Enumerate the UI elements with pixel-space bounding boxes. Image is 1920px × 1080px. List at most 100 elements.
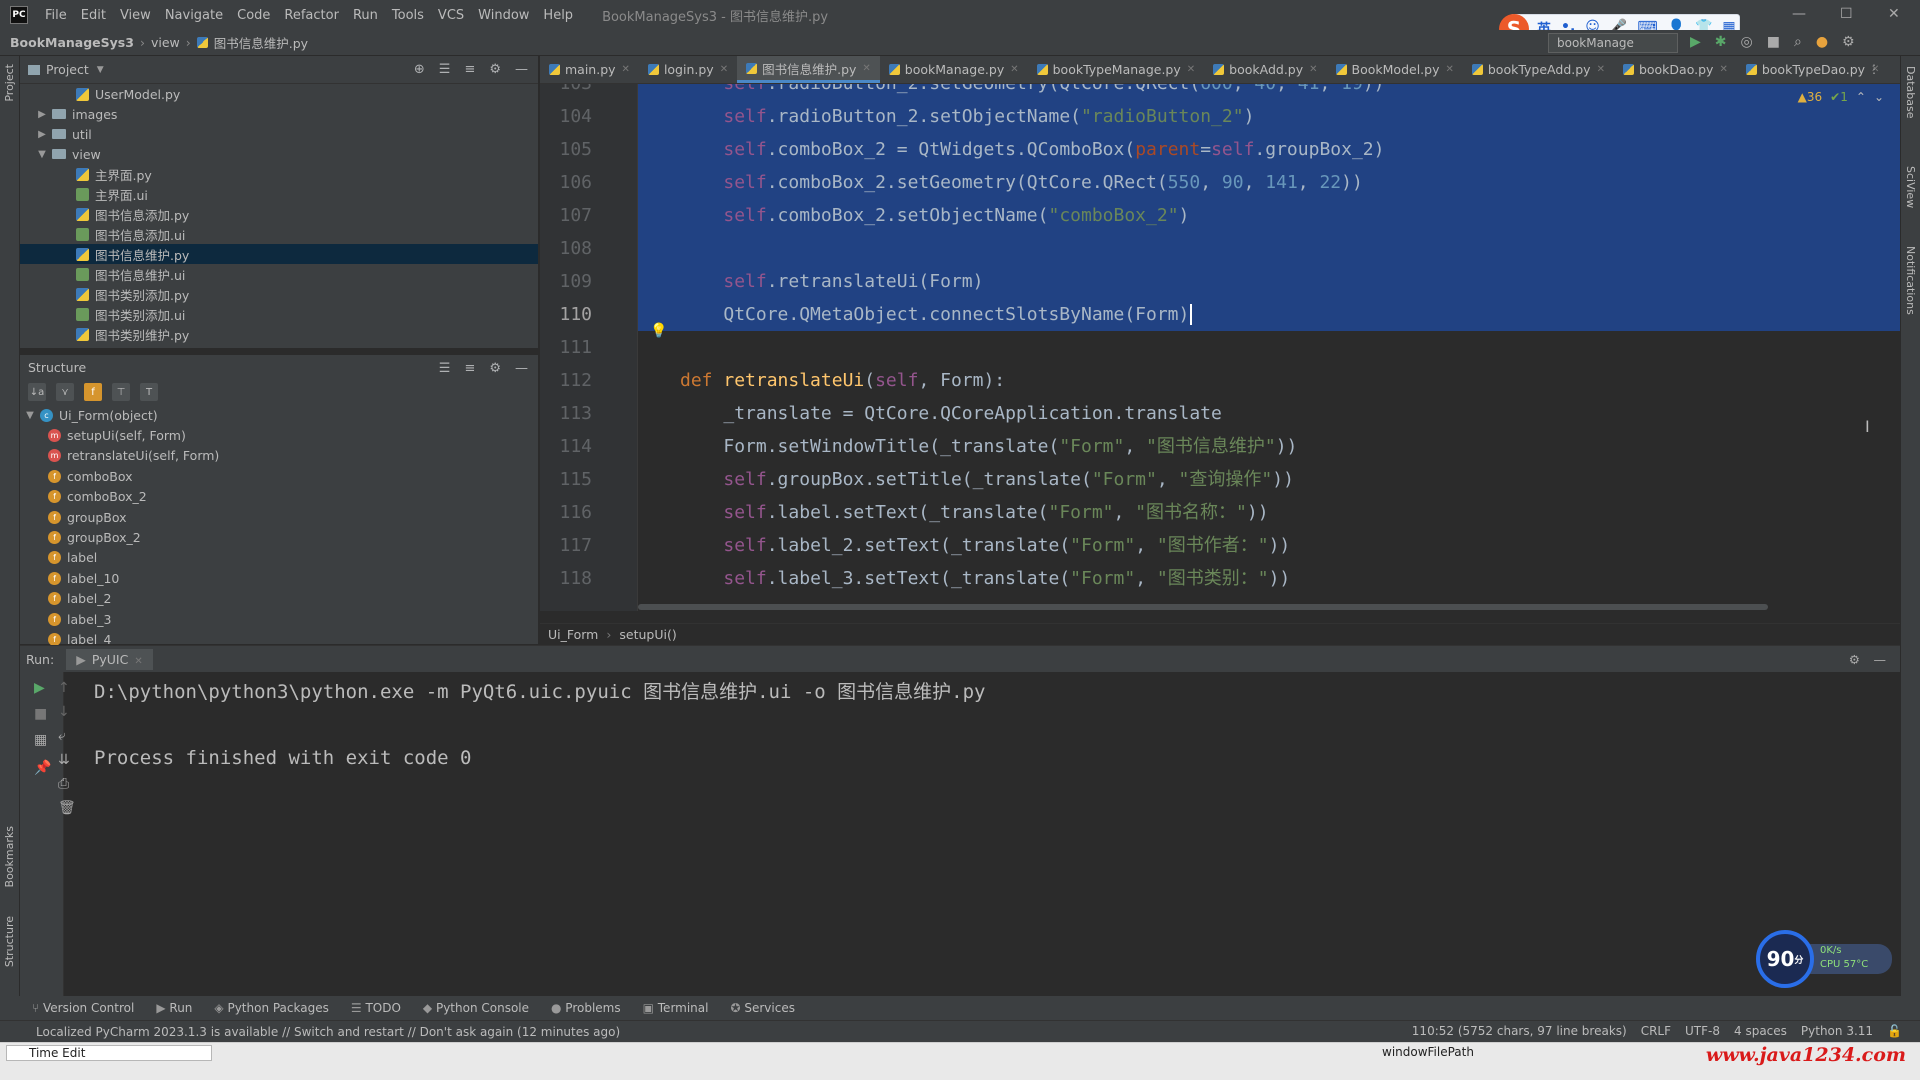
tabs-overflow-icon[interactable]: ⋮ (1868, 62, 1880, 76)
close-icon[interactable]: ✕ (720, 64, 728, 75)
breadcrumb-project[interactable]: BookManageSys3 (10, 35, 134, 50)
tree-folder[interactable]: ▶ images (20, 104, 538, 124)
minimize-icon[interactable]: — (1792, 6, 1806, 22)
indent-setting[interactable]: 4 spaces (1734, 1024, 1787, 1038)
close-icon[interactable]: ✕ (1187, 64, 1195, 75)
structure-item[interactable]: f comboBox (20, 466, 538, 486)
code-line[interactable]: def retranslateUi(self, Form): (638, 364, 1900, 397)
file-encoding[interactable]: UTF-8 (1685, 1024, 1720, 1038)
coverage-icon[interactable]: ◎ (1741, 34, 1753, 50)
run-tab-pyuic[interactable]: ▶ PyUIC ✕ (66, 648, 153, 670)
structure-item[interactable]: f comboBox_2 (20, 487, 538, 507)
stop-icon[interactable]: ■ (34, 706, 47, 722)
tree-file[interactable]: UserModel.py (20, 84, 538, 104)
run-configuration-selector[interactable]: bookManage (1548, 33, 1678, 53)
editor-tab[interactable]: bookTypeAdd.py ✕ (1463, 56, 1614, 83)
database-tool-tab[interactable]: Database (1904, 66, 1917, 119)
code-line[interactable]: _translate = QtCore.QCoreApplication.tra… (638, 397, 1900, 430)
menu-tools[interactable]: Tools (385, 8, 431, 23)
chevron-down-icon[interactable]: ▼ (24, 410, 36, 421)
filter-icon[interactable]: ⊤ (112, 383, 130, 401)
caret-position[interactable]: 110:52 (5752 chars, 97 line breaks) (1412, 1024, 1627, 1038)
expand-all-icon[interactable]: ☰ (439, 361, 451, 376)
print-icon[interactable]: ⎙ (58, 776, 69, 792)
stop-icon[interactable]: ■ (1767, 34, 1780, 50)
breadcrumb-file[interactable]: 图书信息维护.py (214, 33, 308, 52)
arrow-up-icon[interactable]: ↑ (58, 680, 70, 696)
menu-edit[interactable]: Edit (74, 8, 113, 23)
layout-icon[interactable]: ▦ (34, 732, 47, 748)
editor-tab[interactable]: bookDao.py ✕ (1614, 56, 1737, 83)
close-icon[interactable]: ✕ (862, 63, 870, 74)
horizontal-scrollbar[interactable] (638, 603, 1900, 611)
tree-file[interactable]: 图书类别添加.py (20, 284, 538, 304)
chevron-down-icon[interactable]: ▼ (97, 65, 104, 75)
show-inherited-icon[interactable]: ⋎ (56, 383, 74, 401)
lock-icon[interactable]: 🔓 (1887, 1024, 1902, 1038)
checks-count[interactable]: ✔1 (1830, 90, 1848, 104)
run-icon[interactable]: ▶ (1690, 34, 1701, 50)
editor-tab[interactable]: bookManage.py ✕ (880, 56, 1028, 83)
tree-file[interactable]: 主界面.ui (20, 184, 538, 204)
project-tool-tab[interactable]: Project (3, 64, 16, 102)
trash-icon[interactable]: 🗑 (58, 800, 76, 816)
menu-navigate[interactable]: Navigate (158, 8, 230, 23)
lightbulb-icon[interactable]: 💡 (650, 323, 667, 339)
close-icon[interactable]: ✕ (622, 64, 630, 75)
settings-icon[interactable]: ⚙ (1842, 34, 1855, 50)
debug-icon[interactable]: ✱ (1715, 34, 1727, 50)
search-icon[interactable]: ⌕ (1794, 34, 1802, 50)
gear-icon[interactable]: ⚙ (1849, 652, 1860, 667)
breadcrumb-method[interactable]: setupUi() (619, 627, 676, 642)
tool-tab-todo[interactable]: ☰ TODO (351, 1001, 401, 1015)
code-line[interactable]: self.groupBox.setTitle(_translate("Form"… (638, 463, 1900, 496)
close-icon[interactable]: ✕ (1597, 64, 1605, 75)
gear-icon[interactable]: ⚙ (489, 62, 501, 77)
code-line[interactable]: self.comboBox_2.setGeometry(QtCore.QRect… (638, 166, 1900, 199)
menu-view[interactable]: View (113, 8, 158, 23)
update-icon[interactable]: ● (1816, 34, 1828, 50)
menu-refactor[interactable]: Refactor (277, 8, 346, 23)
close-icon[interactable]: ✕ (1010, 64, 1018, 75)
expand-all-icon[interactable]: ☰ (439, 62, 451, 77)
structure-item[interactable]: ▼ c Ui_Form(object) (20, 405, 538, 425)
editor-tab[interactable]: BookModel.py ✕ (1327, 56, 1463, 83)
tool-tab-run[interactable]: ▶ Run (156, 1001, 192, 1015)
tree-file[interactable]: 图书信息添加.py (20, 204, 538, 224)
tool-tab-problems[interactable]: ● Problems (551, 1001, 621, 1015)
rerun-icon[interactable]: ▶ (34, 680, 45, 696)
show-fields-icon[interactable]: f (84, 383, 102, 401)
navigate-icon[interactable]: T (140, 383, 158, 401)
editor-tab[interactable]: bookAdd.py ✕ (1204, 56, 1326, 83)
console-output[interactable]: D:\python\python3\python.exe -m PyQt6.ui… (94, 676, 985, 775)
breadcrumb-folder[interactable]: view (151, 35, 180, 50)
tree-file[interactable]: 图书信息添加.ui (20, 224, 538, 244)
code-line[interactable] (638, 232, 1900, 265)
structure-item[interactable]: f label_10 (20, 568, 538, 588)
soft-wrap-icon[interactable]: ⤶ (58, 728, 66, 744)
status-message[interactable]: Localized PyCharm 2023.1.3 is available … (36, 1025, 620, 1039)
warnings-count[interactable]: ▲36 (1798, 90, 1823, 104)
code-line[interactable]: self.label.setText(_translate("Form", "图… (638, 496, 1900, 529)
code-line[interactable] (638, 331, 1900, 364)
editor-tab[interactable]: bookTypeManage.py ✕ (1028, 56, 1205, 83)
chevron-up-icon[interactable]: ⌃ (1856, 90, 1866, 104)
pin-icon[interactable]: 📌 (34, 760, 51, 776)
hide-icon[interactable]: — (1874, 652, 1887, 667)
collapse-all-icon[interactable]: ≡ (464, 361, 475, 376)
line-separator[interactable]: CRLF (1641, 1024, 1671, 1038)
arrow-down-icon[interactable]: ↓ (58, 704, 70, 720)
tree-folder[interactable]: ▶ util (20, 124, 538, 144)
scrollbar-thumb[interactable] (638, 604, 1768, 610)
chevron-down-icon[interactable]: ▼ (36, 149, 48, 160)
gear-icon[interactable]: ⚙ (489, 361, 501, 376)
chevron-down-icon[interactable]: ⌄ (1874, 90, 1884, 104)
tool-tab-python-packages[interactable]: ◈ Python Packages (214, 1001, 328, 1015)
structure-item[interactable]: m setupUi(self, Form) (20, 425, 538, 445)
structure-item[interactable]: f groupBox (20, 507, 538, 527)
maximize-icon[interactable]: ☐ (1840, 6, 1853, 22)
structure-item[interactable]: f groupBox_2 (20, 527, 538, 547)
code-line[interactable]: self.radioButton_2.setObjectName("radioB… (638, 100, 1900, 133)
code-line[interactable]: self.comboBox_2.setObjectName("comboBox_… (638, 199, 1900, 232)
inspection-widget[interactable]: ▲36 ✔1 ⌃ ⌄ (1798, 90, 1884, 104)
